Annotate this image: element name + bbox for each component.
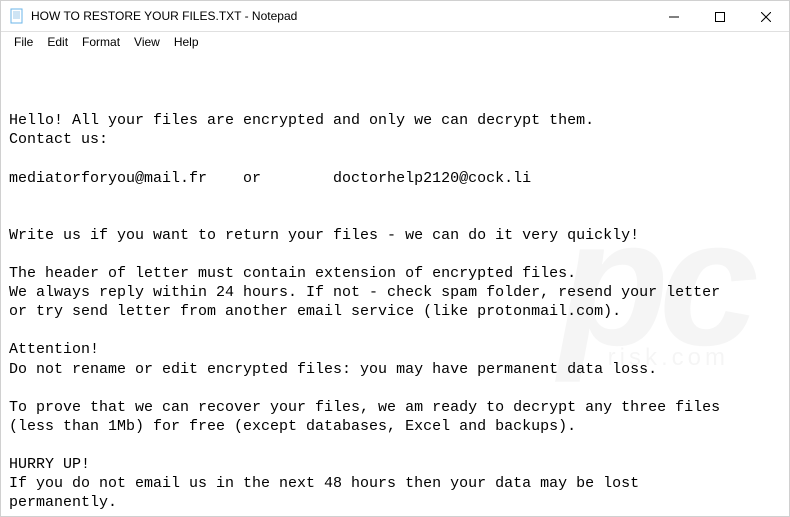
text-line: To prove that we can recover your files,… bbox=[9, 399, 720, 416]
text-line: Write us if you want to return your file… bbox=[9, 227, 639, 244]
text-line: (less than 1Mb) for free (except databas… bbox=[9, 418, 576, 435]
text-line: Do not rename or edit encrypted files: y… bbox=[9, 361, 657, 378]
menu-edit[interactable]: Edit bbox=[40, 33, 75, 51]
menubar: File Edit Format View Help bbox=[1, 32, 789, 52]
text-line: Attention! bbox=[9, 341, 99, 358]
window-controls bbox=[651, 1, 789, 31]
text-line: HURRY UP! bbox=[9, 456, 90, 473]
close-button[interactable] bbox=[743, 1, 789, 32]
text-line: Contact us: bbox=[9, 131, 108, 148]
text-line: mediatorforyou@mail.fr or doctorhelp2120… bbox=[9, 170, 531, 187]
minimize-button[interactable] bbox=[651, 1, 697, 32]
text-line: permanently. bbox=[9, 494, 117, 511]
text-line: The header of letter must contain extens… bbox=[9, 265, 576, 282]
menu-help[interactable]: Help bbox=[167, 33, 206, 51]
text-line: Hello! All your files are encrypted and … bbox=[9, 112, 594, 129]
text-line: If you do not email us in the next 48 ho… bbox=[9, 475, 639, 492]
titlebar: HOW TO RESTORE YOUR FILES.TXT - Notepad bbox=[1, 1, 789, 32]
text-line: We always reply within 24 hours. If not … bbox=[9, 284, 720, 301]
menu-file[interactable]: File bbox=[7, 33, 40, 51]
menu-view[interactable]: View bbox=[127, 33, 167, 51]
maximize-button[interactable] bbox=[697, 1, 743, 32]
text-area[interactable]: pc risk.com Hello! All your files are en… bbox=[1, 52, 789, 514]
window-title: HOW TO RESTORE YOUR FILES.TXT - Notepad bbox=[31, 9, 651, 23]
text-line: or try send letter from another email se… bbox=[9, 303, 621, 320]
menu-format[interactable]: Format bbox=[75, 33, 127, 51]
notepad-icon bbox=[9, 8, 25, 24]
